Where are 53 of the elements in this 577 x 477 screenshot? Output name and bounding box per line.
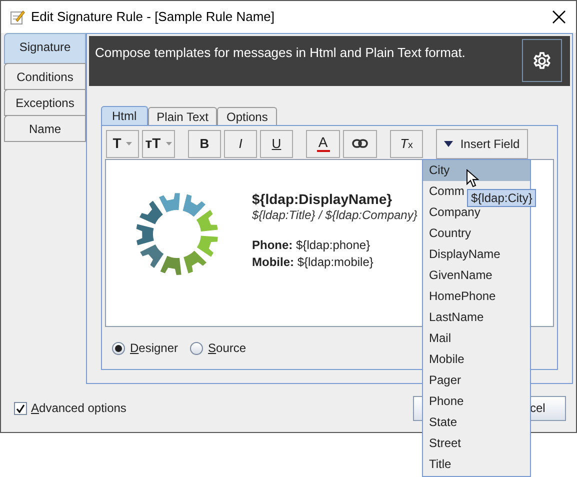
- menu-item[interactable]: Pager: [423, 370, 530, 391]
- bold-button[interactable]: B: [188, 130, 221, 158]
- tab[interactable]: Html: [101, 106, 148, 125]
- caret-icon: [166, 142, 172, 146]
- side-tab[interactable]: Exceptions: [4, 89, 86, 116]
- radio-label[interactable]: Source: [208, 339, 246, 357]
- side-tab[interactable]: Conditions: [4, 63, 86, 90]
- tab[interactable]: Plain Text: [148, 107, 218, 125]
- radio-button[interactable]: [190, 342, 204, 354]
- menu-item[interactable]: Street: [423, 433, 530, 454]
- checkbox-label[interactable]: Advanced options: [31, 399, 126, 417]
- side-tab[interactable]: Signature: [4, 33, 86, 64]
- font-size-button[interactable]: ᴛT: [142, 130, 175, 158]
- italic-button[interactable]: I: [224, 130, 257, 158]
- header-description: Compose templates for messages in Html and Plain Text format.: [95, 44, 466, 62]
- tab[interactable]: Options: [217, 107, 277, 125]
- menu-item[interactable]: Mobile: [423, 349, 530, 370]
- link-button[interactable]: [343, 130, 377, 158]
- dropdown-arrow-icon: [444, 140, 454, 146]
- dialog-button[interactable]: [413, 396, 423, 420]
- settings-button[interactable]: [522, 39, 562, 82]
- text-color-button[interactable]: A: [306, 130, 340, 158]
- menu-item[interactable]: DisplayName: [423, 244, 530, 265]
- cursor-icon: [466, 169, 479, 188]
- caret-icon: [126, 142, 132, 146]
- clear-format-button[interactable]: T$_{x}$: [390, 130, 423, 158]
- menu-item[interactable]: GivenName: [423, 265, 530, 286]
- contact-line: Phone: ${ldap:phone}: [252, 237, 372, 254]
- insert-field-button[interactable]: Insert Field: [436, 128, 528, 158]
- window-title: Edit Signature Rule - [Sample Rule Name]: [31, 8, 275, 26]
- settings-icon: [532, 50, 552, 70]
- menu-item[interactable]: Phone: [423, 391, 530, 412]
- checkbox[interactable]: [14, 402, 27, 414]
- link-icon: [352, 139, 368, 148]
- tooltip: ${ldap:City}: [467, 189, 536, 207]
- menu-item[interactable]: Mail: [423, 328, 530, 349]
- font-button[interactable]: T: [106, 130, 139, 158]
- cancel-button[interactable]: cel: [530, 396, 566, 420]
- contact-line: Mobile: ${ldap:mobile}: [252, 254, 374, 271]
- side-tab[interactable]: Name: [4, 115, 86, 142]
- close-icon[interactable]: [552, 10, 566, 24]
- title-company-text: ${ldap:Title} / ${ldap:Company}: [252, 208, 418, 223]
- underline-button[interactable]: U: [260, 130, 293, 158]
- menu-item[interactable]: LastName: [423, 307, 530, 328]
- menu-item[interactable]: Title: [423, 454, 530, 475]
- notepad-icon: [9, 9, 25, 25]
- menu-item[interactable]: HomePhone: [423, 286, 530, 307]
- menu-item[interactable]: State: [423, 412, 530, 433]
- display-name-text: ${ldap:DisplayName}: [252, 190, 394, 208]
- radio-label[interactable]: Designer: [130, 339, 178, 357]
- menu-item[interactable]: Country: [423, 223, 530, 244]
- menu-item[interactable]: City: [423, 160, 530, 181]
- radio-button[interactable]: [112, 342, 125, 354]
